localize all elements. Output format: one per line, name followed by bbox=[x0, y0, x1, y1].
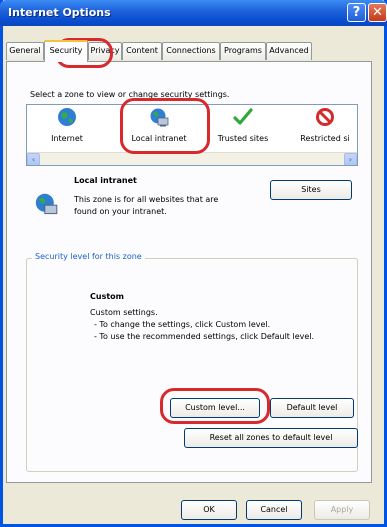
title-bar[interactable]: Internet Options ? ✕ bbox=[0, 0, 387, 26]
green-check-icon bbox=[233, 108, 253, 125]
scroll-left-button[interactable]: ‹ bbox=[27, 153, 40, 165]
tab-connections[interactable]: Connections bbox=[162, 42, 220, 60]
sites-button[interactable]: Sites bbox=[270, 180, 352, 200]
zone-restricted-sites[interactable]: Restricted si bbox=[289, 107, 357, 149]
help-button[interactable]: ? bbox=[347, 3, 366, 22]
custom-settings-line-3: - To use the recommended settings, click… bbox=[94, 332, 315, 341]
close-button[interactable]: ✕ bbox=[368, 3, 387, 22]
zone-label: Restricted si bbox=[300, 134, 350, 143]
tab-security[interactable]: Security bbox=[44, 40, 88, 62]
zone-label: Internet bbox=[51, 134, 83, 143]
cancel-button[interactable]: Cancel bbox=[246, 500, 302, 520]
intranet-computer-icon bbox=[35, 193, 58, 215]
security-level-group-label: Security level for this zone bbox=[32, 252, 145, 261]
zone-label: Trusted sites bbox=[217, 134, 269, 143]
chevron-left-icon: ‹ bbox=[31, 155, 36, 164]
scroll-right-button[interactable]: › bbox=[344, 153, 357, 165]
question-mark-icon: ? bbox=[352, 5, 361, 20]
zone-trusted-sites[interactable]: Trusted sites bbox=[207, 107, 279, 149]
globe-icon bbox=[58, 108, 76, 126]
custom-settings-line-1: Custom settings. bbox=[90, 308, 158, 317]
close-icon: ✕ bbox=[372, 5, 383, 20]
chevron-right-icon: › bbox=[348, 155, 353, 164]
highlight-ring-local-intranet bbox=[120, 98, 210, 154]
zone-list-scrollbar[interactable]: ‹ › bbox=[27, 152, 357, 165]
tab-advanced[interactable]: Advanced bbox=[266, 42, 312, 60]
apply-button[interactable]: Apply bbox=[314, 500, 370, 520]
zone-internet[interactable]: Internet bbox=[31, 107, 103, 149]
zone-description-line-2: found on your intranet. bbox=[74, 207, 167, 216]
tab-programs[interactable]: Programs bbox=[220, 42, 266, 60]
default-level-button[interactable]: Default level bbox=[270, 398, 354, 418]
ok-button[interactable]: OK bbox=[181, 500, 237, 520]
no-entry-icon bbox=[316, 108, 334, 126]
selected-zone-name: Local intranet bbox=[74, 176, 137, 185]
zone-description-line-1: This zone is for all websites that are bbox=[74, 195, 219, 204]
reset-all-zones-button[interactable]: Reset all zones to default level bbox=[184, 428, 358, 448]
window-title: Internet Options bbox=[8, 6, 111, 19]
tab-general[interactable]: General bbox=[6, 42, 44, 60]
tab-content[interactable]: Content bbox=[122, 42, 162, 60]
security-level-name: Custom bbox=[90, 292, 124, 301]
highlight-ring-custom-level bbox=[160, 388, 270, 424]
custom-settings-line-2: - To change the settings, click Custom l… bbox=[94, 320, 271, 329]
